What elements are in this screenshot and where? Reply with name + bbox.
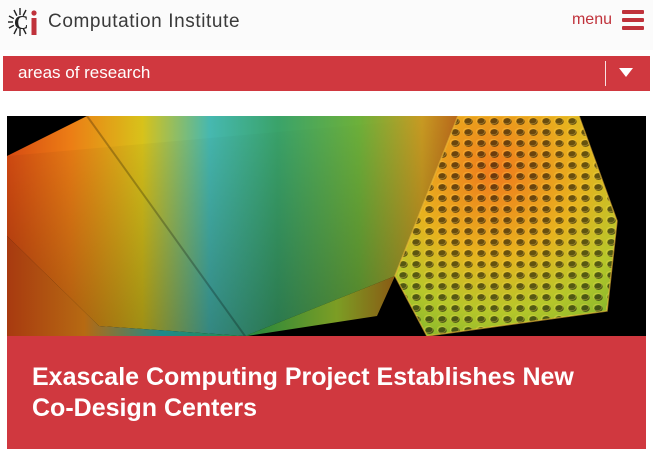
areas-dropdown-label: areas of research	[18, 63, 151, 82]
site-header: C Computation Institute menu	[0, 0, 653, 50]
ci-logo-icon[interactable]: C	[6, 5, 44, 39]
dropdown-divider	[605, 61, 606, 86]
featured-caption: Exascale Computing Project Establishes N…	[7, 336, 646, 449]
svg-text:C: C	[14, 12, 28, 34]
chevron-down-icon[interactable]	[619, 68, 633, 77]
hamburger-menu-icon	[622, 10, 644, 30]
featured-headline-link[interactable]: Exascale Computing Project Establishes N…	[32, 362, 622, 424]
menu-label: menu	[571, 11, 612, 28]
featured-image[interactable]	[7, 116, 646, 336]
menu-button[interactable]: menu	[572, 10, 644, 30]
areas-of-research-dropdown[interactable]: areas of research	[3, 56, 650, 91]
brand-name[interactable]: Computation Institute	[48, 11, 240, 33]
